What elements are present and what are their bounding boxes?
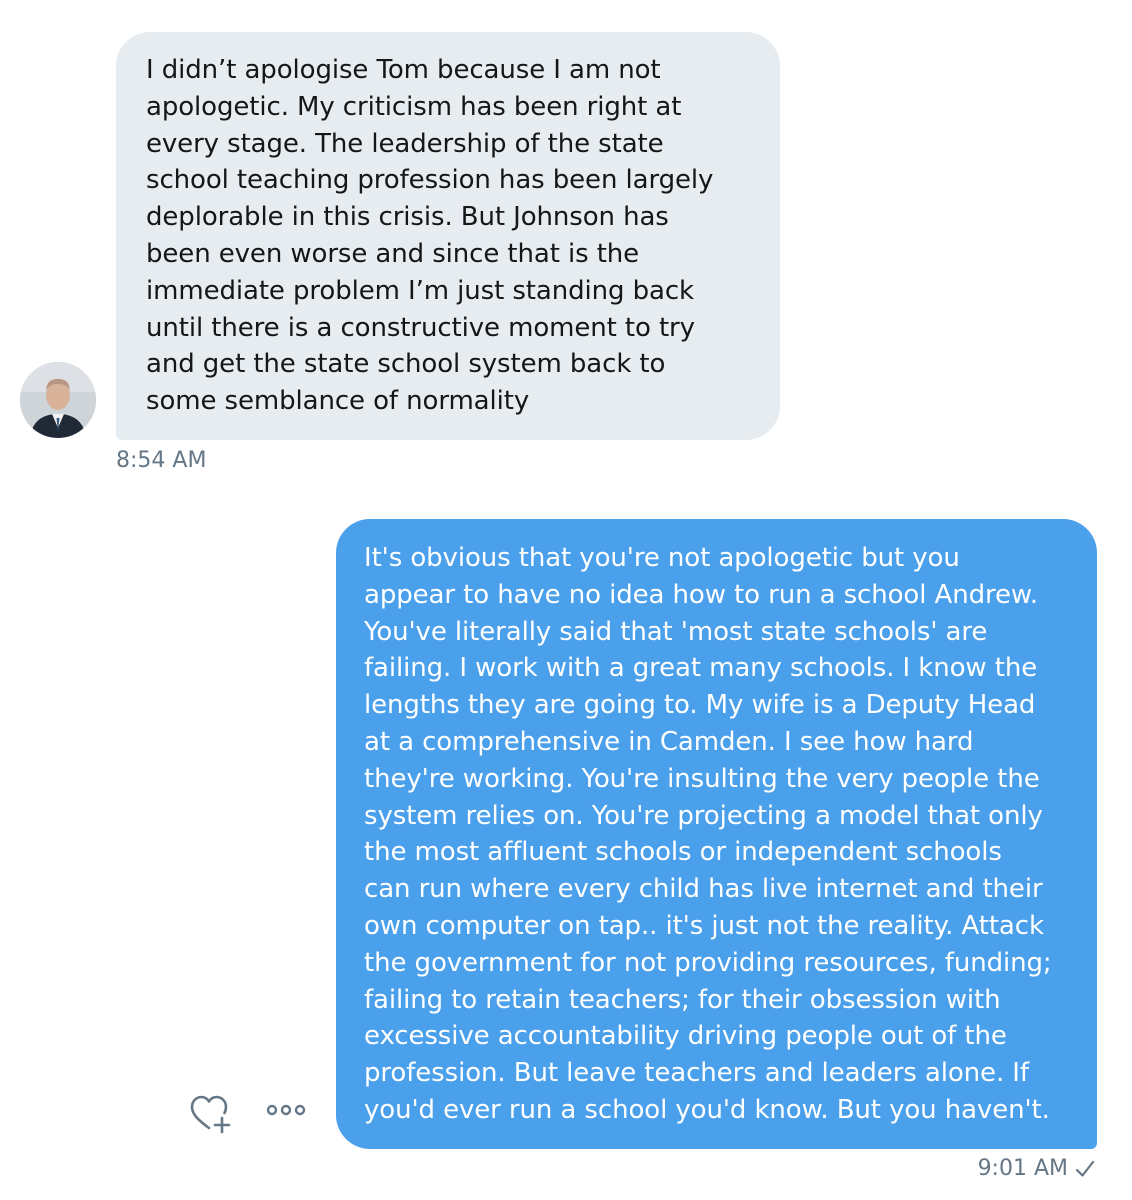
heart-plus-icon[interactable] — [188, 1092, 232, 1136]
more-options-icon[interactable] — [264, 1098, 308, 1122]
received-message-bubble[interactable]: I didn’t apologise Tom because I am not … — [116, 32, 780, 440]
sent-status-row: 9:01 AM — [978, 1156, 1096, 1181]
sent-timestamp: 9:01 AM — [977, 1156, 1068, 1181]
sent-message-bubble[interactable]: It's obvious that you're not apologetic … — [336, 519, 1097, 1149]
user-avatar-icon — [20, 362, 96, 438]
received-timestamp: 8:54 AM — [116, 448, 207, 473]
sender-avatar[interactable] — [20, 362, 96, 438]
sent-message-text: It's obvious that you're not apologetic … — [364, 543, 1052, 1125]
check-icon — [1075, 1160, 1095, 1177]
received-message-text: I didn’t apologise Tom because I am not … — [146, 55, 714, 417]
